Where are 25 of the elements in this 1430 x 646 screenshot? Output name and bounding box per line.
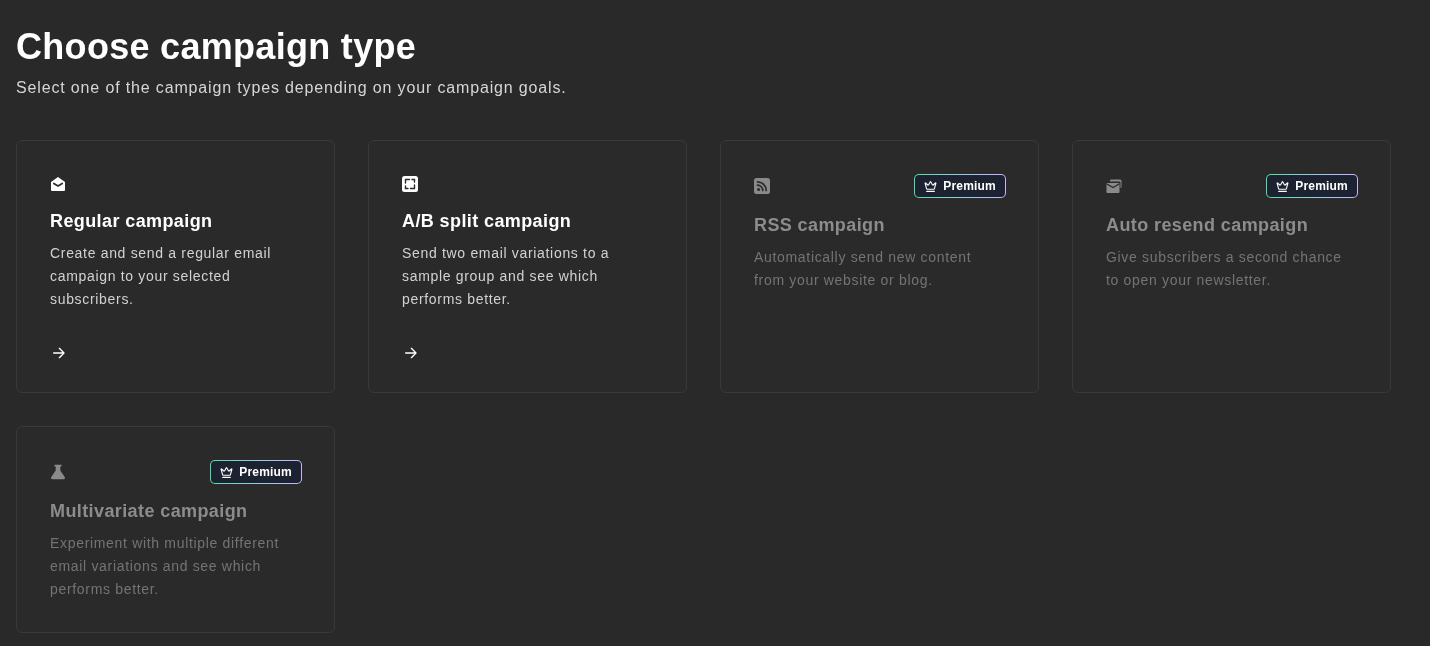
- card-title: Auto resend campaign: [1106, 214, 1309, 236]
- card-title: RSS campaign: [754, 214, 885, 236]
- card-description: Automatically send new content from your website or blog.: [754, 248, 973, 290]
- card-description: Send two email variations to a sample group and see which performs better.: [402, 244, 611, 309]
- card-title: A/B split campaign: [402, 210, 572, 232]
- crown-icon: [1276, 179, 1290, 193]
- premium-label: Premium: [239, 465, 292, 479]
- envelope-open-icon: [50, 176, 66, 192]
- campaign-type-card[interactable]: A/B split campaign Send two email variations to a sample group and see which performs better.: [368, 140, 687, 393]
- card-description: Experiment with multiple different email variations and see which performs better.: [50, 534, 281, 599]
- page-subtitle: Select one of the campaign types depending on your campaign goals.: [16, 78, 567, 98]
- premium-label: Premium: [1295, 179, 1348, 193]
- page-title: Choose campaign type: [16, 25, 417, 69]
- campaign-type-card[interactable]: Regular campaign Create and send a regular email campaign to your selected subscribers.: [16, 140, 335, 393]
- premium-label: Premium: [943, 179, 996, 193]
- crown-icon: [924, 179, 938, 193]
- flask-icon: [50, 464, 66, 480]
- card-title: Regular campaign: [50, 210, 213, 232]
- card-description: Create and send a regular email campaign to your selected subscribers.: [50, 244, 273, 309]
- frame-corners-icon: [402, 176, 418, 192]
- crown-icon: [220, 465, 234, 479]
- envelopes-icon: [1106, 178, 1122, 194]
- card-title: Multivariate campaign: [50, 500, 248, 522]
- rss-icon: [754, 178, 770, 194]
- card-description: Give subscribers a second chance to open your newsletter.: [1106, 248, 1343, 290]
